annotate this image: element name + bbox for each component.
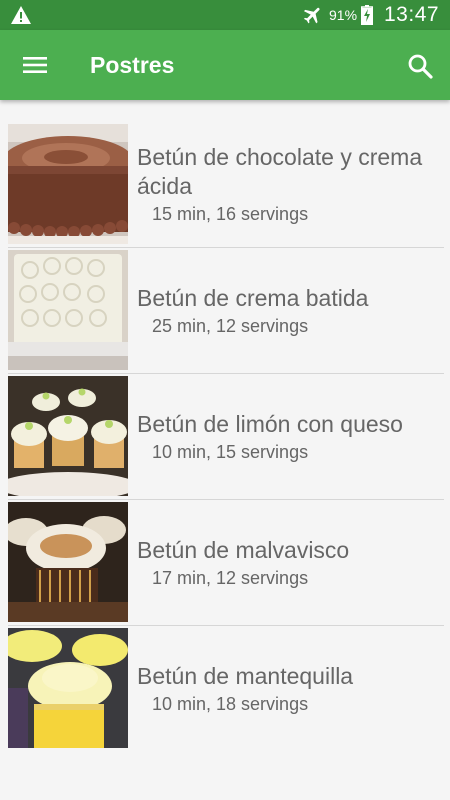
status-bar: 91% 13:47 [0,0,450,30]
recipe-meta: 10 min, 15 servings [152,441,309,462]
recipe-meta: 10 min, 18 servings [152,693,309,714]
butter-cupcakes-photo [8,628,128,748]
recipe-meta: 15 min, 16 servings [152,204,309,224]
list-item[interactable]: Betún de limón con queso 10 min, 15 serv… [0,374,450,500]
chocolate-cake-photo [8,124,128,244]
lemon-cupcakes-photo [8,376,128,496]
recipe-name: Betún de limón con queso [137,410,403,437]
recipe-name: Betún de chocolate y crema ácida [137,144,423,199]
battery-percent: 91% [329,7,358,23]
recipe-name: Betún de crema batida [137,284,369,311]
warning-icon [11,6,31,24]
recipe-name: Betún de malvavisco [137,536,350,563]
list-item[interactable]: Betún de mantequilla 10 min, 18 servings [0,626,450,752]
marshmallow-cupcakes-photo [8,502,128,622]
recipe-meta: 17 min, 12 servings [152,567,309,588]
list-item[interactable]: Betún de chocolate y crema ácida 15 min,… [0,122,450,248]
clock: 13:47 [384,3,440,26]
app-bar: Postres [0,30,450,100]
rose-cream-cake-photo [8,250,128,370]
search-icon[interactable] [406,52,434,80]
airplane-icon [303,7,320,24]
recipe-name: Betún de mantequilla [137,662,354,689]
recipe-list: Betún de chocolate y crema ácida 15 min,… [0,122,450,752]
list-item[interactable]: Betún de malvavisco 17 min, 12 servings [0,500,450,626]
list-item[interactable]: Betún de crema batida 25 min, 12 serving… [0,248,450,374]
battery-charging-icon [361,5,373,25]
menu-icon[interactable] [21,53,49,77]
page-title: Postres [90,52,175,78]
recipe-meta: 25 min, 12 servings [152,315,309,336]
